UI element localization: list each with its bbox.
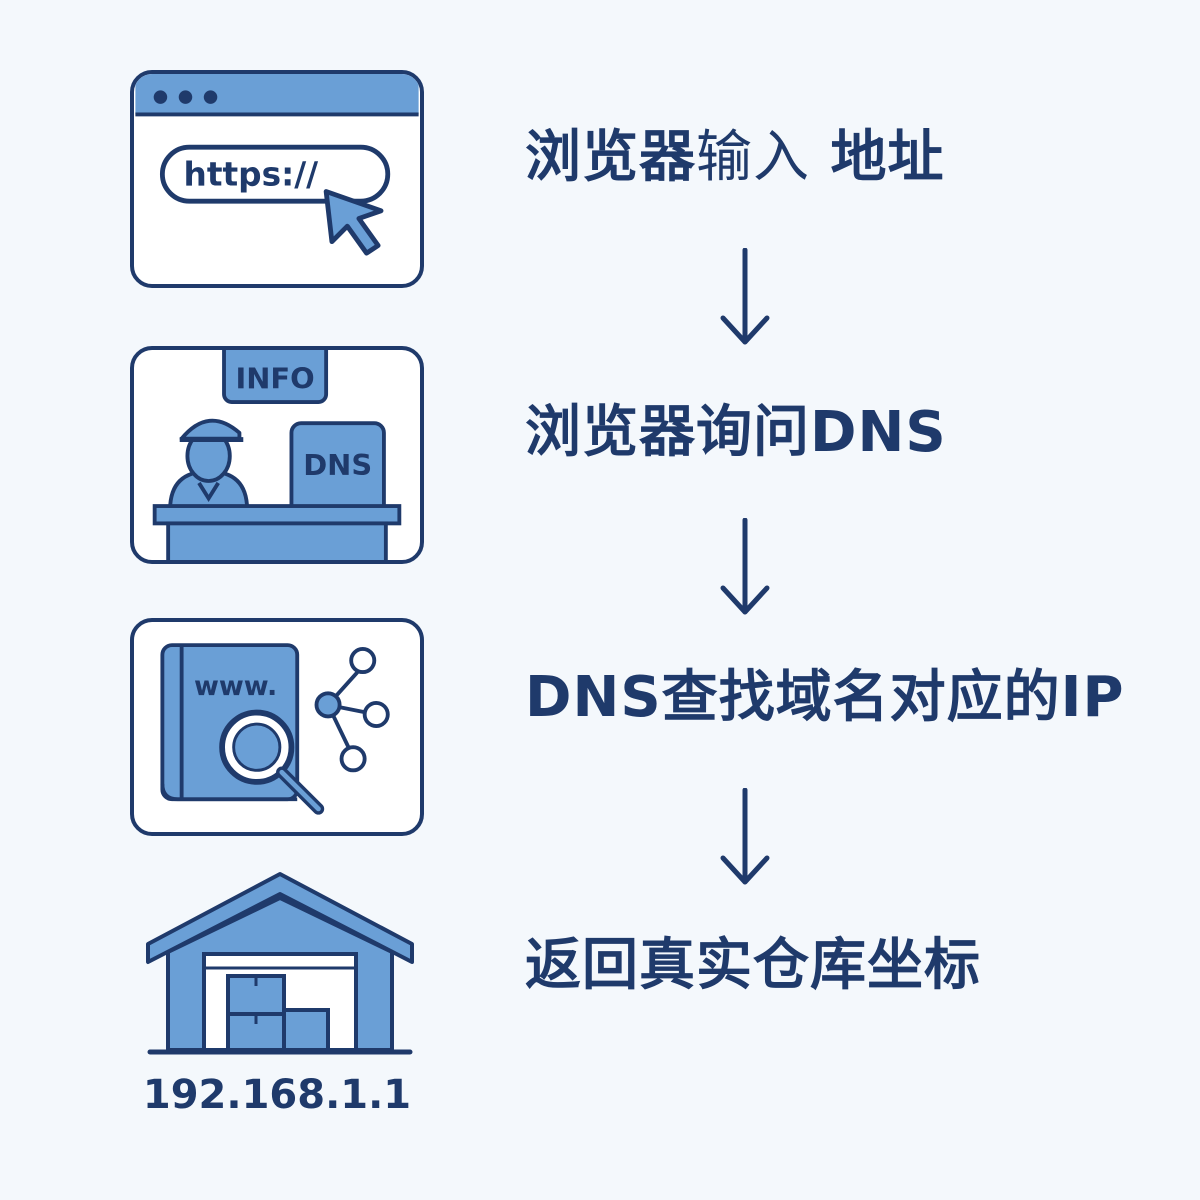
browser-window-icon: https:// — [130, 70, 424, 288]
domain-lookup-book-icon: www. — [130, 618, 424, 836]
step-1-label: 浏览器输入 地址 — [525, 125, 945, 190]
www-text: www. — [194, 671, 277, 702]
step-3-label: DNS查找域名对应的IP — [525, 665, 1125, 730]
down-arrow-icon — [720, 248, 770, 345]
dns-info-desk-icon: INFO DNS — [130, 346, 424, 564]
info-sign-text: INFO — [235, 362, 314, 396]
down-arrow-icon — [720, 788, 770, 885]
ip-address-label: 192.168.1.1 — [142, 1072, 412, 1118]
warehouse-icon — [146, 872, 414, 1055]
network-nodes-icon — [314, 647, 390, 773]
down-arrow-icon — [720, 518, 770, 615]
url-text: https:// — [184, 156, 319, 194]
dns-flow-diagram: https:// 浏览器输入 地址 INFO DNS 浏览器询问DNS www.… — [0, 0, 1200, 1200]
step-2-label: 浏览器询问DNS — [525, 400, 947, 465]
dns-sign-text: DNS — [303, 448, 372, 482]
step-4-label: 返回真实仓库坐标 — [525, 933, 981, 998]
